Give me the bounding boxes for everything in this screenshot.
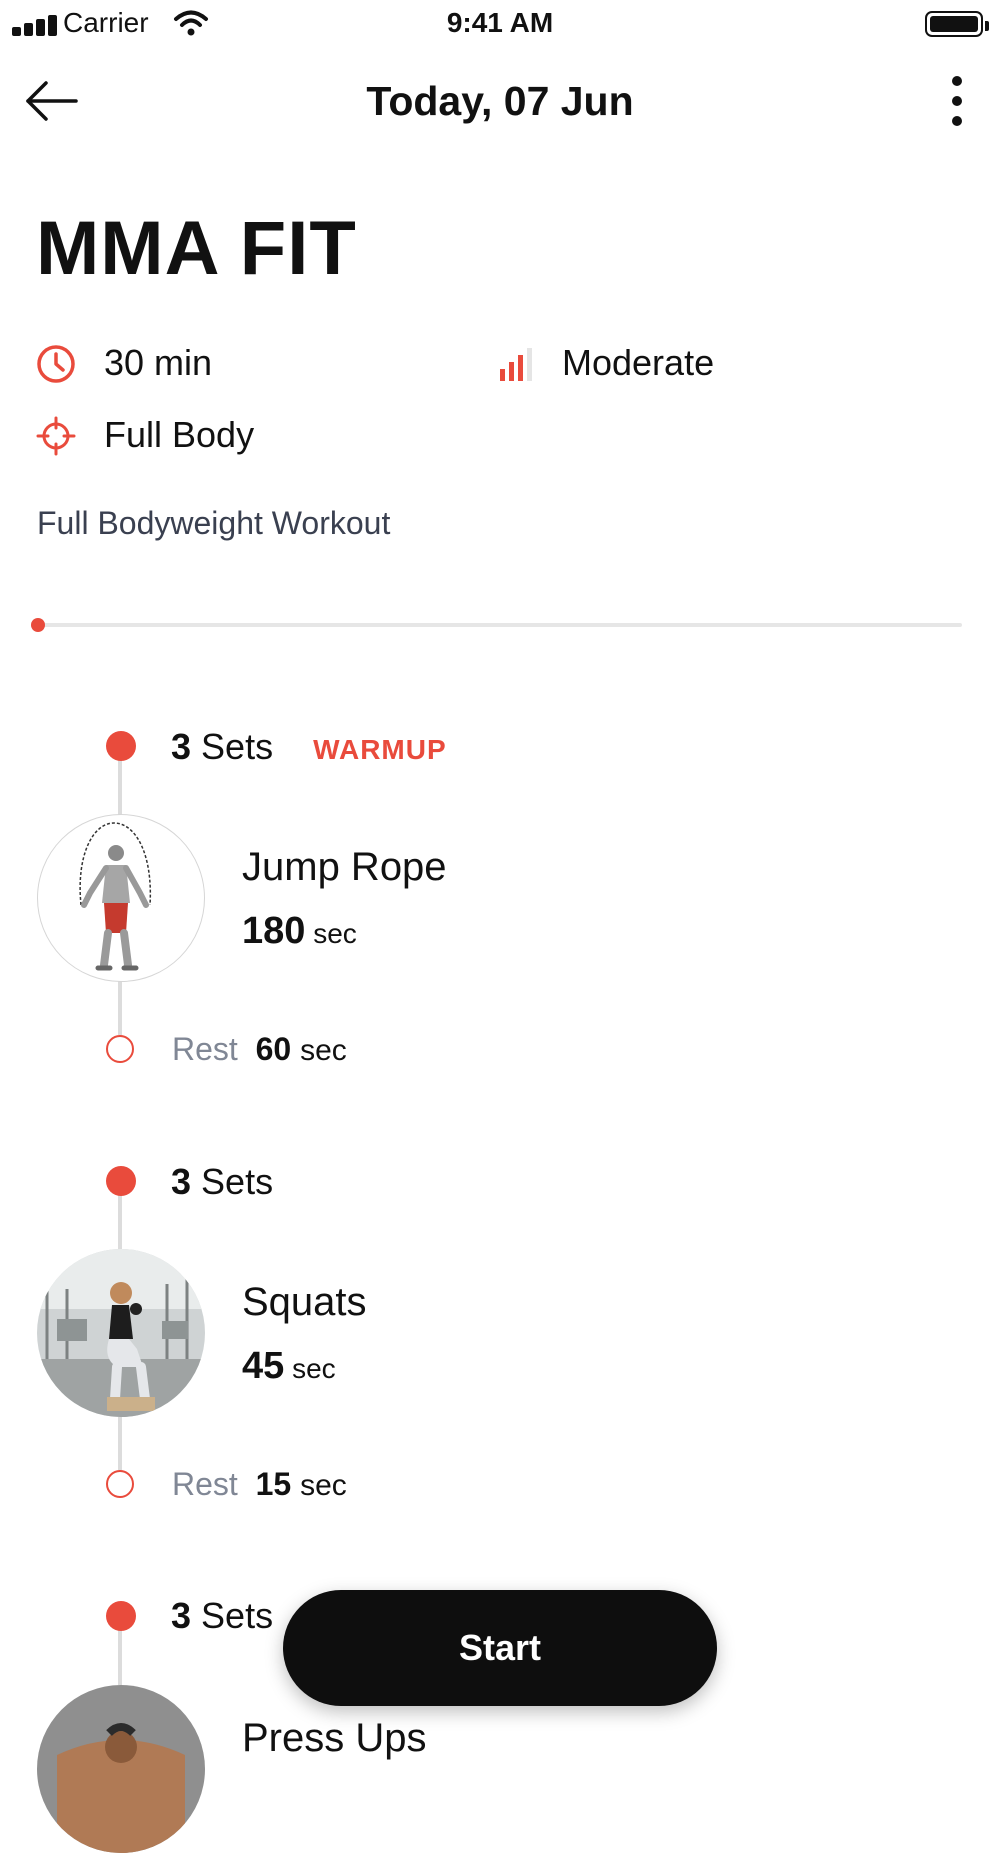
exercise-name[interactable]: Press Ups (242, 1713, 427, 1763)
workout-description: Full Bodyweight Workout (37, 505, 391, 541)
progress-dot (31, 618, 45, 632)
page-date-title: Today, 07 Jun (366, 78, 634, 124)
sets-count: 3 Sets (171, 1161, 274, 1202)
status-time: 9:41 AM (446, 7, 554, 38)
exercise-name[interactable]: Squats (242, 1277, 367, 1327)
set-marker (106, 1601, 136, 1631)
target-icon (36, 416, 76, 456)
warmup-tag: WARMUP (313, 734, 447, 765)
exercise-duration: 180 sec (242, 910, 357, 952)
set-marker (106, 1166, 136, 1196)
exercise-duration: 45 sec (242, 1345, 336, 1387)
battery-icon (925, 11, 989, 37)
rest-marker (106, 1035, 134, 1063)
rest-duration: Rest 15 sec (172, 1466, 347, 1502)
status-bar: Carrier 9:41 AM (0, 0, 1000, 48)
exercise-thumbnail-squats[interactable] (37, 1249, 205, 1417)
clock-icon (37, 345, 75, 383)
set-marker (106, 731, 136, 761)
signal-bars-icon (500, 348, 532, 381)
exercise-name[interactable]: Jump Rope (242, 842, 447, 892)
sets-count: 3 Sets (171, 1595, 274, 1636)
more-vertical-icon[interactable] (938, 76, 976, 126)
workout-focus: Full Body (104, 414, 255, 455)
workout-title: MMA FIT (36, 206, 357, 291)
sets-count: 3 Sets WARMUP (171, 726, 447, 767)
workout-duration: 30 min (104, 342, 213, 383)
workout-difficulty: Moderate (562, 342, 715, 383)
rest-marker (106, 1470, 134, 1498)
rest-duration: Rest 60 sec (172, 1031, 347, 1067)
start-button[interactable]: Start (283, 1590, 717, 1706)
exercise-thumbnail-jump-rope[interactable] (37, 814, 205, 982)
exercise-thumbnail-press-ups[interactable] (37, 1685, 205, 1853)
workout-progress-bar (31, 618, 962, 632)
